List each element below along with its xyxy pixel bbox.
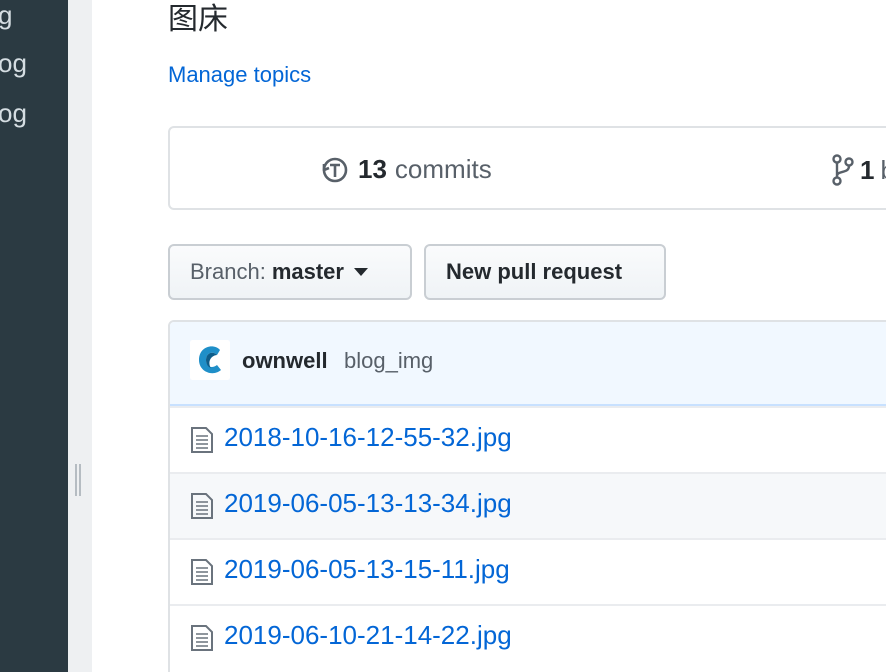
file-table: ownwell blog_img 2018-10-16-12-55-32.jpg… <box>168 320 886 672</box>
branch-name: master <box>271 259 344 284</box>
history-icon <box>322 157 348 182</box>
pane-splitter[interactable] <box>68 0 92 672</box>
branches-label: b <box>880 155 886 186</box>
branches-summary[interactable]: 1 b <box>832 154 886 186</box>
file-link[interactable]: 2018-10-16-12-55-32.jpg <box>224 422 512 453</box>
sidebar-item[interactable]: g <box>0 0 12 31</box>
table-row: 2018-10-16-12-55-32.jpg <box>170 406 886 472</box>
branch-select-button[interactable]: Branch: master <box>168 244 412 300</box>
file-icon <box>191 427 213 453</box>
latest-commit-header: ownwell blog_img <box>170 322 886 406</box>
avatar[interactable] <box>190 340 230 380</box>
manage-topics-link[interactable]: Manage topics <box>168 62 311 88</box>
table-row: 2019-06-05-13-15-11.jpg <box>170 538 886 604</box>
commit-message-link[interactable]: blog_img <box>344 348 433 374</box>
repo-summary: 13 commits 1 b <box>168 126 886 210</box>
sidebar: g og og <box>0 0 68 672</box>
sidebar-item[interactable]: og <box>0 98 27 129</box>
new-pull-request-button[interactable]: New pull request <box>424 244 666 300</box>
repo-main: 图床 Manage topics 13 commits 1 b Branch: … <box>92 0 886 672</box>
commits-summary[interactable]: 13 commits <box>320 154 492 185</box>
table-row: 2019-06-05-13-13-34.jpg <box>170 472 886 538</box>
sidebar-item[interactable]: og <box>0 48 27 79</box>
table-row: 2019-06-10-21-14-22.jpg <box>170 604 886 670</box>
splitter-handle-icon[interactable] <box>75 464 81 496</box>
caret-down-icon <box>353 268 368 276</box>
file-link[interactable]: 2019-06-05-13-15-11.jpg <box>224 554 510 585</box>
file-link[interactable]: 2019-06-10-21-14-22.jpg <box>224 620 512 651</box>
file-link[interactable]: 2019-06-05-13-13-34.jpg <box>224 488 512 519</box>
branches-count: 1 <box>860 154 875 185</box>
commits-label: commits <box>394 154 492 184</box>
commit-author-link[interactable]: ownwell <box>242 348 328 374</box>
branch-prefix: Branch: <box>190 259 266 284</box>
git-branch-icon <box>832 154 854 186</box>
commits-count: 13 <box>358 154 387 184</box>
file-icon <box>191 493 213 519</box>
file-icon <box>191 625 213 651</box>
file-icon <box>191 559 213 585</box>
repo-description: 图床 <box>168 2 228 37</box>
